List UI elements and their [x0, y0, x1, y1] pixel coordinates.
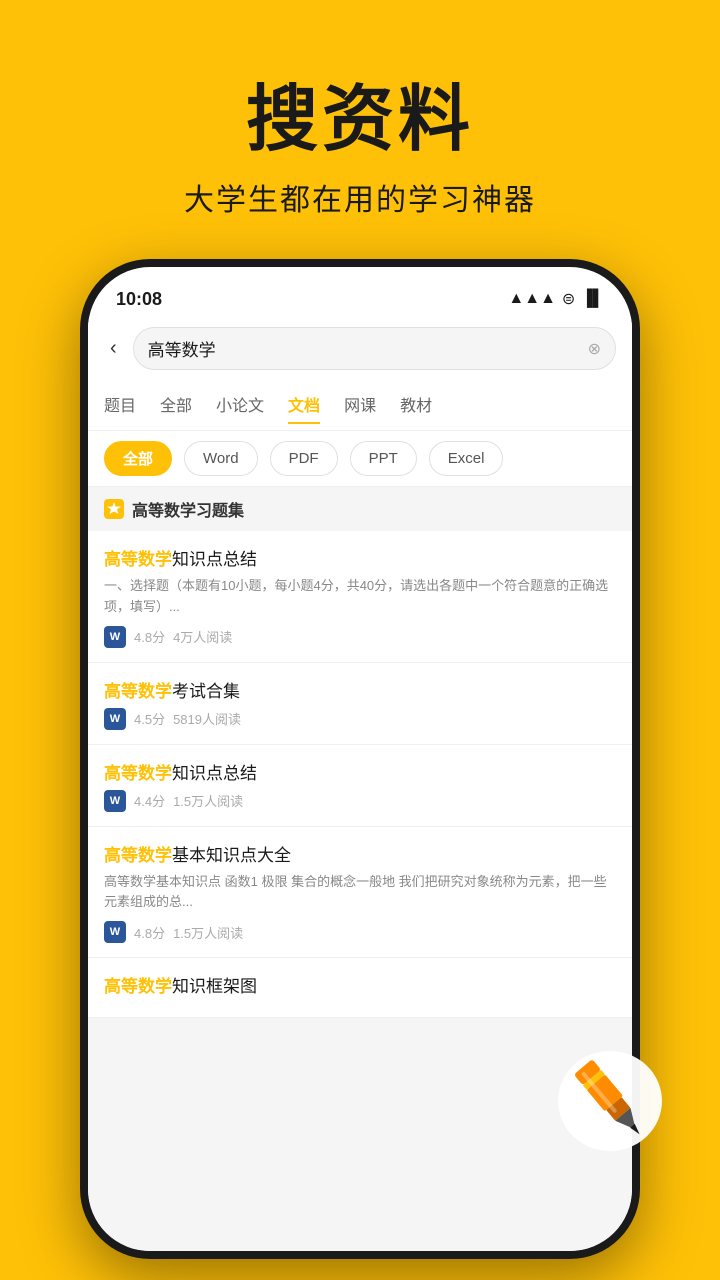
- tab-文档[interactable]: 文档: [288, 386, 320, 424]
- result-item-3[interactable]: 高等数学知识点总结 W 4.4分 1.5万人阅读: [88, 745, 632, 827]
- battery-icon: ▐▌: [581, 290, 604, 308]
- result-title-5: 高等数学知识框架图: [104, 972, 616, 997]
- tab-题目[interactable]: 题目: [104, 386, 136, 424]
- pen-sticker: [550, 1039, 670, 1159]
- signal-icon: ▲▲▲: [508, 290, 556, 308]
- search-area: ‹ 高等数学 ⊗: [88, 317, 632, 380]
- result-title-1: 高等数学知识点总结: [104, 545, 616, 570]
- result-desc-4: 高等数学基本知识点 函数1 极限 集合的概念一般地 我们把研究对象统称为元素，把…: [104, 872, 616, 914]
- section-header: 高等数学习题集: [88, 487, 632, 531]
- section-icon: [104, 499, 124, 519]
- result-item-5[interactable]: 高等数学知识框架图: [88, 958, 632, 1018]
- search-input[interactable]: 高等数学: [148, 336, 588, 361]
- result-readers-1: 4万人阅读: [173, 627, 232, 646]
- search-clear-icon[interactable]: ⊗: [588, 339, 601, 359]
- result-highlight-4: 高等数学: [104, 846, 172, 865]
- result-readers-3: 1.5万人阅读: [173, 791, 243, 810]
- filter-all[interactable]: 全部: [104, 441, 172, 476]
- wifi-icon: ⊜: [562, 289, 575, 309]
- filter-word[interactable]: Word: [184, 441, 258, 476]
- filter-ppt[interactable]: PPT: [350, 441, 417, 476]
- result-item-2[interactable]: 高等数学考试合集 W 4.5分 5819人阅读: [88, 663, 632, 745]
- status-bar: 10:08 ▲▲▲ ⊜ ▐▌: [88, 267, 632, 317]
- section-title: 高等数学习题集: [132, 497, 244, 521]
- result-title-4: 高等数学基本知识点大全: [104, 841, 616, 866]
- page-sub-title: 大学生都在用的学习神器: [184, 175, 536, 219]
- result-meta-1: W 4.8分 4万人阅读: [104, 626, 616, 648]
- header-section: 搜资料 大学生都在用的学习神器: [184, 0, 536, 249]
- result-readers-2: 5819人阅读: [173, 709, 241, 728]
- status-icons: ▲▲▲ ⊜ ▐▌: [508, 289, 604, 309]
- result-item-4[interactable]: 高等数学基本知识点大全 高等数学基本知识点 函数1 极限 集合的概念一般地 我们…: [88, 827, 632, 959]
- tab-网课[interactable]: 网课: [344, 386, 376, 424]
- result-rating-4: 4.8分: [134, 923, 165, 942]
- result-rating-2: 4.5分: [134, 709, 165, 728]
- result-meta-3: W 4.4分 1.5万人阅读: [104, 790, 616, 812]
- result-title-2: 高等数学考试合集: [104, 677, 616, 702]
- result-highlight-5: 高等数学: [104, 977, 172, 996]
- filter-excel[interactable]: Excel: [429, 441, 504, 476]
- result-list: 高等数学知识点总结 一、选择题（本题有10小题，每小题4分，共40分，请选出各题…: [88, 531, 632, 1018]
- filter-pdf[interactable]: PDF: [270, 441, 338, 476]
- result-highlight-3: 高等数学: [104, 764, 172, 783]
- word-icon-1: W: [104, 626, 126, 648]
- result-title-3: 高等数学知识点总结: [104, 759, 616, 784]
- word-icon-4: W: [104, 921, 126, 943]
- filter-bar: 全部 Word PDF PPT Excel: [88, 431, 632, 487]
- status-time: 10:08: [116, 289, 162, 310]
- word-icon-3: W: [104, 790, 126, 812]
- result-highlight-1: 高等数学: [104, 550, 172, 569]
- tab-全部[interactable]: 全部: [160, 386, 192, 424]
- result-rating-3: 4.4分: [134, 791, 165, 810]
- word-icon-2: W: [104, 708, 126, 730]
- result-desc-1: 一、选择题（本题有10小题，每小题4分，共40分，请选出各题中一个符合题意的正确…: [104, 576, 616, 618]
- tab-小论文[interactable]: 小论文: [216, 386, 264, 424]
- result-readers-4: 1.5万人阅读: [173, 923, 243, 942]
- search-box[interactable]: 高等数学 ⊗: [133, 327, 616, 370]
- phone-mockup: 10:08 ▲▲▲ ⊜ ▐▌ ‹ 高等数学 ⊗: [80, 259, 640, 1259]
- result-item-1[interactable]: 高等数学知识点总结 一、选择题（本题有10小题，每小题4分，共40分，请选出各题…: [88, 531, 632, 663]
- result-rating-1: 4.8分: [134, 627, 165, 646]
- result-meta-4: W 4.8分 1.5万人阅读: [104, 921, 616, 943]
- tab-教材[interactable]: 教材: [400, 386, 432, 424]
- result-highlight-2: 高等数学: [104, 682, 172, 701]
- result-meta-2: W 4.5分 5819人阅读: [104, 708, 616, 730]
- back-button[interactable]: ‹: [104, 333, 123, 364]
- page-main-title: 搜资料: [246, 60, 474, 165]
- tab-navigation: 题目 全部 小论文 文档 网课 教材: [88, 380, 632, 431]
